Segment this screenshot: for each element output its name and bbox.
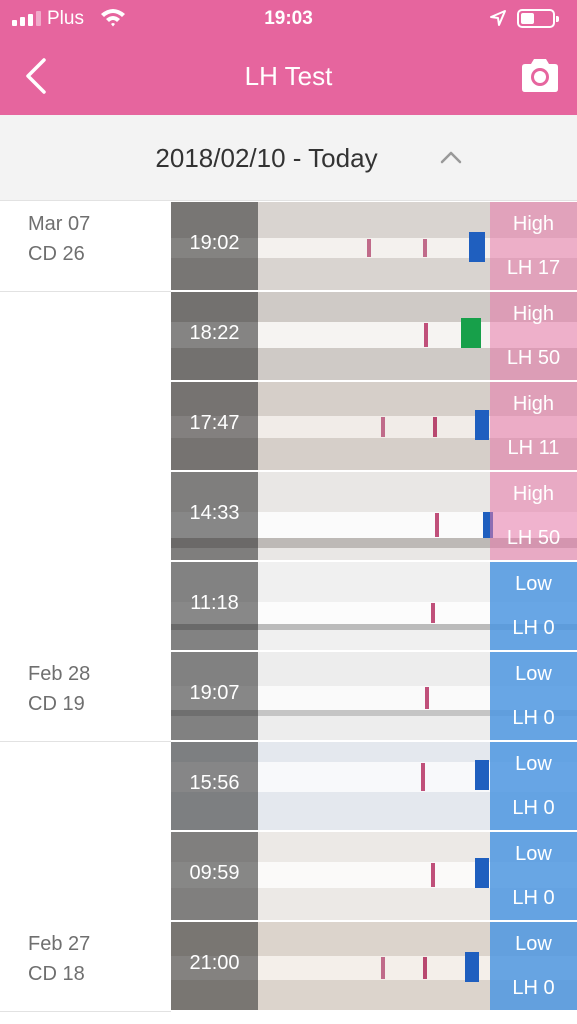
- lh-value: LH 50: [506, 527, 561, 549]
- test-entry[interactable]: 19:02 High LH 17: [171, 202, 577, 290]
- test-entry[interactable]: 18:22 High LH 50: [171, 292, 577, 380]
- entry-time: 11:18: [190, 592, 239, 614]
- test-entry[interactable]: 15:56 Low LH 0: [171, 742, 577, 830]
- lh-level: Low: [515, 663, 552, 685]
- day-cycle-day: CD 26: [28, 243, 85, 265]
- lh-result-badge: Low LH 0: [490, 922, 577, 1010]
- day-cycle-day: CD 19: [28, 693, 85, 715]
- lh-level: High: [512, 303, 555, 325]
- test-entry[interactable]: 17:47 High LH 11: [171, 382, 577, 470]
- lh-result-badge: Low LH 0: [490, 742, 577, 830]
- lh-level: Low: [515, 573, 552, 595]
- lh-level: Low: [515, 933, 552, 955]
- day-divider: [0, 1011, 171, 1012]
- test-history-list: Mar 07 CD 26 Feb 28 CD 19 Feb 27 CD 18 1…: [0, 201, 577, 1024]
- status-bar: Plus 19:03: [0, 0, 577, 38]
- lh-result-badge: High LH 50: [490, 292, 577, 380]
- day-divider: [0, 741, 171, 742]
- lh-level: Low: [515, 753, 552, 775]
- entry-time: 17:47: [189, 412, 240, 434]
- test-entry[interactable]: 11:18 Low LH 0: [171, 562, 577, 650]
- entry-time: 19:07: [189, 682, 240, 704]
- test-entry[interactable]: 14:33 High LH 50: [171, 472, 577, 560]
- page-title: LH Test: [244, 61, 333, 91]
- entry-time: 18:22: [189, 322, 240, 344]
- day-label: Mar 07 CD 26: [28, 209, 90, 269]
- location-icon: [490, 10, 506, 26]
- day-date: Mar 07: [28, 213, 91, 235]
- entry-time: 15:56: [189, 772, 240, 794]
- entry-time: 09:59: [189, 862, 240, 884]
- lh-level: Low: [515, 843, 552, 865]
- lh-level: High: [512, 393, 555, 415]
- test-entry[interactable]: 21:00 Low LH 0: [171, 922, 577, 1010]
- lh-result-badge: Low LH 0: [490, 562, 577, 650]
- lh-result-badge: High LH 17: [490, 202, 577, 290]
- lh-value: LH 0: [512, 977, 555, 999]
- date-range-selector[interactable]: 2018/02/10 - Today: [0, 115, 577, 201]
- day-date: Feb 27: [28, 933, 91, 955]
- lh-value: LH 50: [506, 347, 561, 369]
- entry-time: 19:02: [189, 232, 240, 254]
- lh-result-badge: Low LH 0: [490, 652, 577, 740]
- lh-value: LH 0: [512, 707, 555, 729]
- lh-result-badge: Low LH 0: [490, 832, 577, 920]
- day-date: Feb 28: [28, 663, 91, 685]
- lh-value: LH 17: [506, 257, 561, 279]
- chevron-up-icon[interactable]: [440, 150, 462, 164]
- day-cycle-day: CD 18: [28, 963, 85, 985]
- date-range-label: 2018/02/10 - Today: [155, 143, 378, 173]
- camera-button[interactable]: [518, 57, 562, 95]
- battery-icon: [517, 9, 559, 28]
- day-divider: [0, 291, 171, 292]
- lh-result-badge: High LH 50: [490, 472, 577, 560]
- lh-level: High: [512, 213, 555, 235]
- test-entry[interactable]: 09:59 Low LH 0: [171, 832, 577, 920]
- lh-result-badge: High LH 11: [490, 382, 577, 470]
- lh-level: High: [512, 483, 555, 505]
- lh-value: LH 0: [512, 887, 555, 909]
- entry-time: 14:33: [189, 502, 240, 524]
- day-label: Feb 27 CD 18: [28, 929, 90, 989]
- lh-value: LH 11: [507, 437, 560, 459]
- test-entry[interactable]: 19:07 Low LH 0: [171, 652, 577, 740]
- entry-time: 21:00: [189, 952, 240, 974]
- lh-value: LH 0: [512, 797, 555, 819]
- day-label: Feb 28 CD 19: [28, 659, 90, 719]
- lh-value: LH 0: [512, 617, 555, 639]
- header: Plus 19:03 LH Test: [0, 0, 577, 115]
